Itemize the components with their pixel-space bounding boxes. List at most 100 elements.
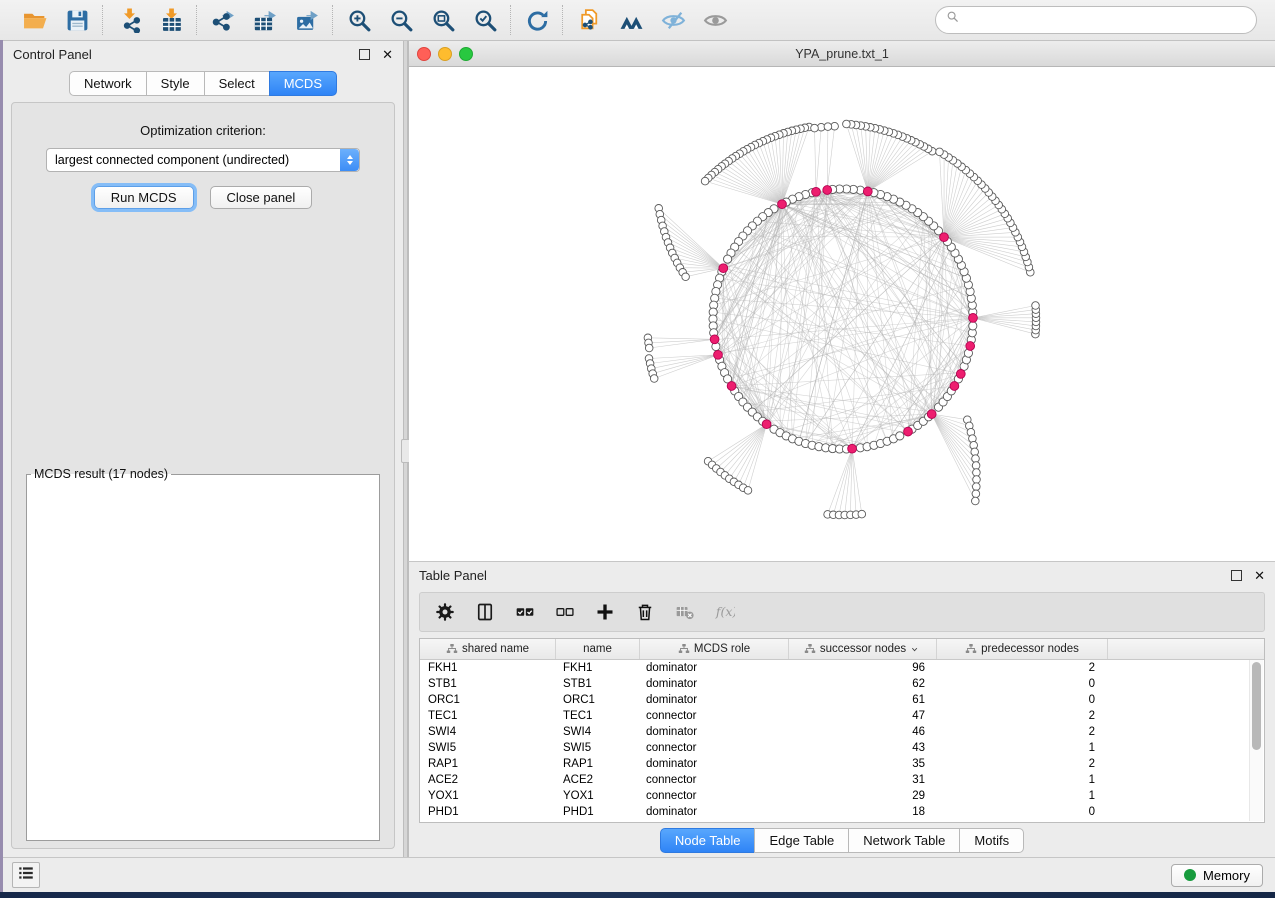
- cell-predecessor-nodes: 2: [933, 726, 1103, 738]
- column-header-name[interactable]: name: [556, 639, 640, 659]
- copy-network-file-icon[interactable]: [576, 7, 602, 33]
- cell-name: ORC1: [555, 694, 638, 706]
- network-graph[interactable]: [409, 67, 1275, 561]
- cell-MCDS-role: dominator: [638, 758, 786, 770]
- tab-edge-table[interactable]: Edge Table: [754, 828, 848, 853]
- tab-node-table[interactable]: Node Table: [660, 828, 755, 853]
- tab-network-table[interactable]: Network Table: [848, 828, 959, 853]
- column-header-predecessor-nodes[interactable]: predecessor nodes: [937, 639, 1108, 659]
- table-panel-header: Table Panel ✕: [409, 562, 1275, 588]
- delete-row-icon[interactable]: [634, 601, 656, 623]
- cell-predecessor-nodes: 1: [933, 790, 1103, 802]
- table-row[interactable]: YOX1YOX1connector291: [420, 788, 1264, 804]
- show-all-icon[interactable]: [702, 7, 728, 33]
- cell-MCDS-role: dominator: [638, 694, 786, 706]
- column-header-successor-nodes[interactable]: successor nodes: [789, 639, 937, 659]
- table-row[interactable]: ORC1ORC1dominator610: [420, 692, 1264, 708]
- cell-MCDS-role: connector: [638, 790, 786, 802]
- table-row[interactable]: FKH1FKH1dominator962: [420, 660, 1264, 676]
- satellite-node: [973, 476, 981, 484]
- cell-MCDS-role: connector: [638, 710, 786, 722]
- table-row[interactable]: RAP1RAP1dominator352: [420, 756, 1264, 772]
- table-row[interactable]: SWI4SWI4dominator462: [420, 724, 1264, 740]
- first-neighbors-icon[interactable]: [618, 7, 644, 33]
- satellite-node: [973, 483, 981, 491]
- mcds-node: [778, 200, 787, 209]
- optimization-criterion-dropdown[interactable]: largest connected component (undirected): [46, 148, 360, 172]
- export-network-icon[interactable]: [210, 7, 236, 33]
- hide-selected-icon[interactable]: [660, 7, 686, 33]
- table-row[interactable]: TEC1TEC1connector472: [420, 708, 1264, 724]
- close-panel-icon[interactable]: ✕: [382, 48, 393, 61]
- zoom-in-icon[interactable]: [346, 7, 372, 33]
- table-row[interactable]: PHD1PHD1dominator180: [420, 804, 1264, 820]
- import-table-icon[interactable]: [158, 7, 184, 33]
- column-header-MCDS-role[interactable]: MCDS role: [640, 639, 789, 659]
- mcds-node: [863, 187, 872, 196]
- cell-name: YOX1: [555, 790, 638, 802]
- search-input[interactable]: [967, 12, 1246, 28]
- memory-label: Memory: [1203, 868, 1250, 883]
- export-table-icon[interactable]: [252, 7, 278, 33]
- add-row-icon[interactable]: [594, 601, 616, 623]
- save-session-icon[interactable]: [64, 7, 90, 33]
- table-row[interactable]: SWI5SWI5connector431: [420, 740, 1264, 756]
- cell-shared-name: TEC1: [420, 710, 555, 722]
- cell-shared-name: FKH1: [420, 662, 555, 674]
- close-table-panel-icon[interactable]: ✕: [1254, 569, 1265, 582]
- satellite-node: [972, 455, 980, 463]
- unselect-all-icon[interactable]: [554, 601, 576, 623]
- desktop-background: Control Panel ✕ NetworkStyleSelectMCDS O…: [0, 0, 1275, 898]
- settings-icon[interactable]: [434, 601, 456, 623]
- apply-layout-icon[interactable]: [524, 7, 550, 33]
- delete-table-icon: [674, 601, 696, 623]
- memory-button[interactable]: Memory: [1171, 864, 1263, 887]
- satellite-node: [682, 273, 690, 281]
- column-header-shared-name[interactable]: shared name: [420, 639, 556, 659]
- network-window-titlebar[interactable]: YPA_prune.txt_1: [409, 41, 1275, 67]
- tab-mcds[interactable]: MCDS: [269, 71, 337, 96]
- show-columns-icon[interactable]: [474, 601, 496, 623]
- cell-predecessor-nodes: 0: [933, 806, 1103, 818]
- memory-status-icon: [1184, 869, 1196, 881]
- network-canvas[interactable]: [409, 67, 1275, 561]
- tab-network[interactable]: Network: [69, 71, 146, 96]
- run-mcds-button[interactable]: Run MCDS: [94, 186, 194, 209]
- task-history-button[interactable]: [12, 862, 40, 888]
- control-panel-title: Control Panel: [13, 47, 359, 62]
- select-all-icon[interactable]: [514, 601, 536, 623]
- close-panel-button[interactable]: Close panel: [210, 186, 313, 209]
- panel-splitter[interactable]: [403, 41, 408, 857]
- cell-successor-nodes: 18: [786, 806, 933, 818]
- import-network-icon[interactable]: [116, 7, 142, 33]
- zoom-out-icon[interactable]: [388, 7, 414, 33]
- mcds-node: [950, 382, 959, 391]
- cell-MCDS-role: connector: [638, 742, 786, 754]
- float-table-panel-icon[interactable]: [1231, 570, 1242, 581]
- mcds-result-title: MCDS result (17 nodes): [31, 467, 171, 481]
- cell-predecessor-nodes: 0: [933, 694, 1103, 706]
- tab-style[interactable]: Style: [146, 71, 204, 96]
- zoom-selected-icon[interactable]: [472, 7, 498, 33]
- open-session-icon[interactable]: [22, 7, 48, 33]
- desktop-edge: [0, 40, 3, 892]
- satellite-node: [701, 177, 709, 185]
- cell-predecessor-nodes: 0: [933, 678, 1103, 690]
- table-scrollbar[interactable]: [1249, 660, 1263, 821]
- tab-motifs[interactable]: Motifs: [959, 828, 1024, 853]
- search-icon: [946, 10, 961, 30]
- float-panel-icon[interactable]: [359, 49, 370, 60]
- search-box[interactable]: [935, 6, 1257, 34]
- table-row[interactable]: ACE2ACE2connector311: [420, 772, 1264, 788]
- dropdown-stepper-icon: [340, 149, 359, 171]
- table-scrollbar-thumb[interactable]: [1252, 662, 1261, 750]
- control-panel-header: Control Panel ✕: [3, 41, 403, 67]
- cell-predecessor-nodes: 2: [933, 710, 1103, 722]
- tab-select[interactable]: Select: [204, 71, 269, 96]
- export-image-icon[interactable]: [294, 7, 320, 33]
- mcds-node: [710, 335, 719, 344]
- dropdown-selected-value: largest connected component (undirected): [47, 153, 340, 167]
- zoom-fit-icon[interactable]: [430, 7, 456, 33]
- table-row[interactable]: STB1STB1dominator620: [420, 676, 1264, 692]
- main-toolbar: [0, 0, 1275, 41]
